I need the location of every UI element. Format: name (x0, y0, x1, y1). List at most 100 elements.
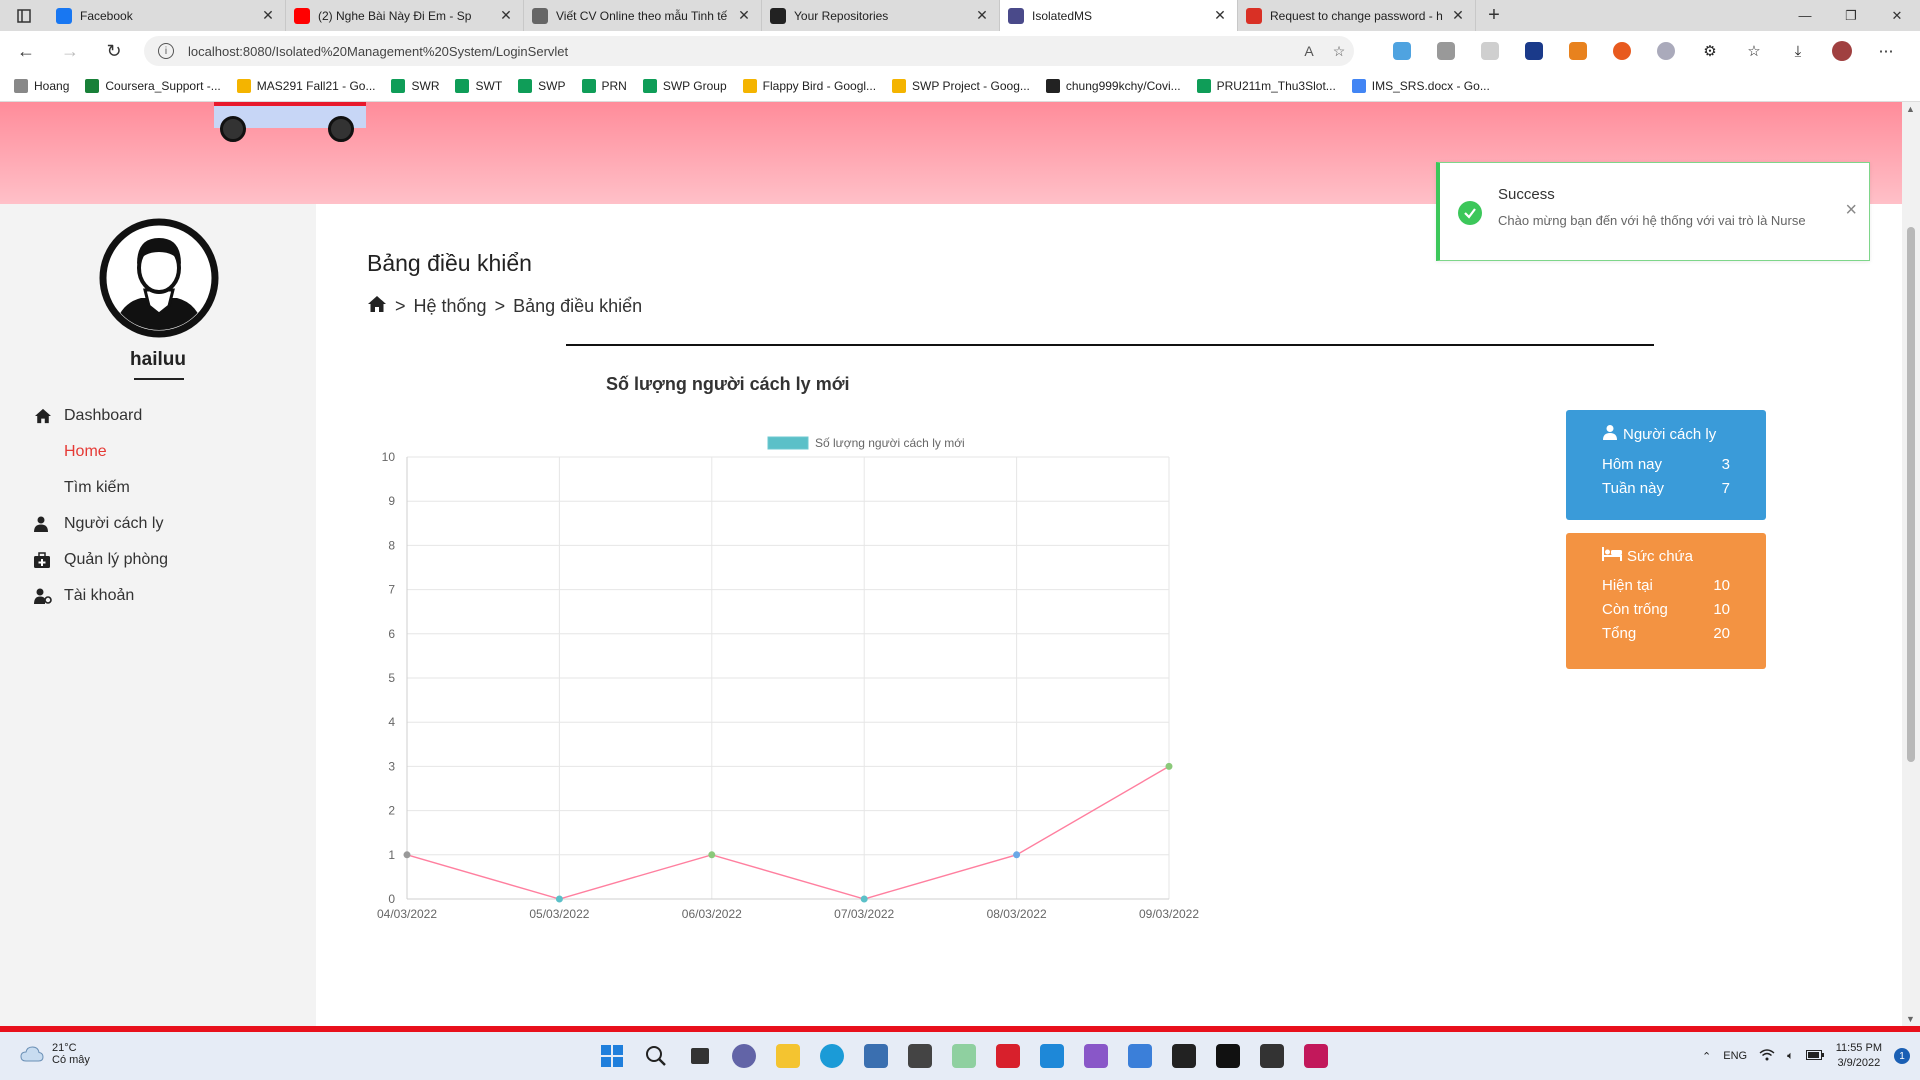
task-view-icon[interactable] (678, 1040, 722, 1072)
extension-bird-icon[interactable] (1380, 35, 1424, 67)
bookmark-item[interactable]: IMS_SRS.docx - Go... (1351, 79, 1490, 93)
data-point (555, 895, 563, 903)
browser-tab[interactable]: Your Repositories ✕ (762, 0, 1000, 31)
extensions-puzzle-icon[interactable]: ⚙ (1688, 35, 1732, 67)
windows-start-icon[interactable] (590, 1040, 634, 1072)
favorites-icon[interactable]: ☆ (1732, 35, 1776, 67)
bookmark-item[interactable]: MAS291 Fall21 - Go... (236, 79, 375, 93)
tab-title: Facebook (80, 8, 133, 23)
stat-label: Tuần này (1602, 479, 1664, 497)
extension-circle-icon[interactable] (1644, 35, 1688, 67)
bookmark-item[interactable]: PRN (581, 79, 627, 93)
tab-actions-icon[interactable] (0, 0, 48, 31)
web-page: hailuu Dashboard Home Tìm kiếm Người cách l… (0, 102, 1902, 1026)
volume-icon[interactable]: 🔈︎ (1787, 1050, 1794, 1063)
browser-tab[interactable]: (2) Nghe Bài Này Đi Em - Sp ✕ (286, 0, 524, 31)
close-tab-icon[interactable]: ✕ (735, 7, 753, 24)
tab-title: IsolatedMS (1032, 8, 1093, 23)
notification-badge[interactable]: 1 (1894, 1048, 1910, 1064)
bookmark-item[interactable]: SWP (518, 79, 566, 93)
bookmark-item[interactable]: chung999kchy/Covi... (1045, 79, 1181, 93)
y-tick-label: 6 (388, 627, 395, 641)
red-app-icon[interactable] (986, 1040, 1030, 1072)
browser-tab[interactable]: Request to change password - h ✕ (1238, 0, 1476, 31)
file-explorer-icon[interactable] (766, 1040, 810, 1072)
bookmark-item[interactable]: Hoang (14, 79, 69, 93)
extension-gray-icon[interactable] (1424, 35, 1468, 67)
extension-c-icon[interactable] (1600, 35, 1644, 67)
sidebar-item[interactable]: Home (34, 434, 168, 470)
security-shield-icon[interactable] (854, 1040, 898, 1072)
restore-icon[interactable]: ❐ (1828, 0, 1874, 31)
data-point (1013, 851, 1021, 859)
browser-tab[interactable]: Viết CV Online theo mẫu Tinh tế ✕ (524, 0, 762, 31)
vscode-icon[interactable] (1030, 1040, 1074, 1072)
sidebar-item[interactable]: Người cách ly (34, 506, 168, 542)
favorite-star-icon[interactable]: ☆ (1324, 43, 1354, 60)
quarantine-card: Người cách ly Hôm nay 3 Tuần này 7 (1566, 410, 1766, 520)
url-input[interactable]: i localhost:8080/Isolated%20Management%2… (144, 36, 1354, 66)
rider-icon[interactable] (1294, 1040, 1338, 1072)
pycharm-icon[interactable] (1206, 1040, 1250, 1072)
close-window-icon[interactable]: ✕ (1874, 0, 1920, 31)
teams-chat-icon[interactable] (722, 1040, 766, 1072)
close-tab-icon[interactable]: ✕ (1449, 7, 1467, 24)
bookmark-item[interactable]: Flappy Bird - Googl... (742, 79, 876, 93)
browser-tab[interactable]: IsolatedMS ✕ (1000, 0, 1238, 31)
bookmark-icon (581, 79, 596, 93)
forward-button[interactable]: → (52, 35, 88, 67)
downloads-icon[interactable]: ⤓ (1776, 35, 1820, 67)
breadcrumb-system[interactable]: Hệ thống (414, 296, 487, 317)
page-scrollbar[interactable]: ▲ ▼ (1902, 102, 1920, 1026)
sticky-notes-icon[interactable] (1162, 1040, 1206, 1072)
bookmark-item[interactable]: PRU211m_Thu3Slot... (1196, 79, 1336, 93)
close-tab-icon[interactable]: ✕ (1211, 7, 1229, 24)
todo-check-icon[interactable] (1118, 1040, 1162, 1072)
sidebar-item[interactable]: Tài khoản (34, 578, 168, 614)
extension-check-icon[interactable] (1468, 35, 1512, 67)
tray-chevron-icon[interactable]: ⌃ (1702, 1050, 1711, 1063)
back-button[interactable]: ← (8, 35, 44, 67)
more-menu-icon[interactable]: ⋯ (1864, 35, 1908, 67)
refresh-button[interactable]: ↻ (96, 35, 132, 67)
bookmark-item[interactable]: Coursera_Support -... (85, 79, 221, 93)
bookmark-item[interactable]: SWP Group (642, 79, 727, 93)
extension-j-icon[interactable] (1512, 35, 1556, 67)
minimize-icon[interactable]: — (1782, 0, 1828, 31)
visual-studio-icon[interactable] (1074, 1040, 1118, 1072)
wifi-icon[interactable] (1759, 1048, 1775, 1064)
profile-avatar-icon[interactable] (1820, 35, 1864, 67)
scroll-down-icon[interactable]: ▼ (1906, 1014, 1915, 1024)
bookmark-item[interactable]: SWR (391, 79, 439, 93)
bookmark-item[interactable]: SWT (455, 79, 502, 93)
app-arrow-icon[interactable] (898, 1040, 942, 1072)
search-icon[interactable] (634, 1040, 678, 1072)
browser-tab[interactable]: Facebook ✕ (48, 0, 286, 31)
language-indicator[interactable]: ENG (1723, 1050, 1747, 1062)
stat-row: Hôm nay 3 (1602, 452, 1730, 476)
read-aloud-icon[interactable]: A (1294, 43, 1324, 59)
battery-icon[interactable] (1805, 1049, 1824, 1063)
scroll-up-icon[interactable]: ▲ (1906, 104, 1915, 114)
extension-fox-icon[interactable] (1556, 35, 1600, 67)
bookmark-label: SWP (538, 79, 566, 93)
close-tab-icon[interactable]: ✕ (259, 7, 277, 24)
new-tab-button[interactable]: + (1476, 0, 1512, 31)
scrollbar-thumb[interactable] (1907, 227, 1915, 762)
site-info-icon[interactable]: i (158, 43, 174, 59)
capacity-card-header: Sức chứa (1602, 547, 1730, 565)
weather-widget[interactable]: 21°C Có mây (20, 1042, 90, 1066)
sidebar-item[interactable]: Tìm kiếm (34, 470, 168, 506)
unity-icon[interactable] (1250, 1040, 1294, 1072)
home-icon[interactable] (367, 295, 387, 318)
bookmark-item[interactable]: SWP Project - Goog... (892, 79, 1030, 93)
toast-close-icon[interactable]: × (1845, 199, 1857, 222)
close-tab-icon[interactable]: ✕ (497, 7, 515, 24)
y-tick-label: 4 (388, 715, 395, 729)
close-tab-icon[interactable]: ✕ (973, 7, 991, 24)
sidebar-item[interactable]: Dashboard (34, 398, 168, 434)
clock[interactable]: 11:55 PM 3/9/2022 (1836, 1041, 1882, 1071)
snipping-tool-icon[interactable] (942, 1040, 986, 1072)
sidebar-item[interactable]: Quản lý phòng (34, 542, 168, 578)
edge-browser-icon[interactable] (810, 1040, 854, 1072)
